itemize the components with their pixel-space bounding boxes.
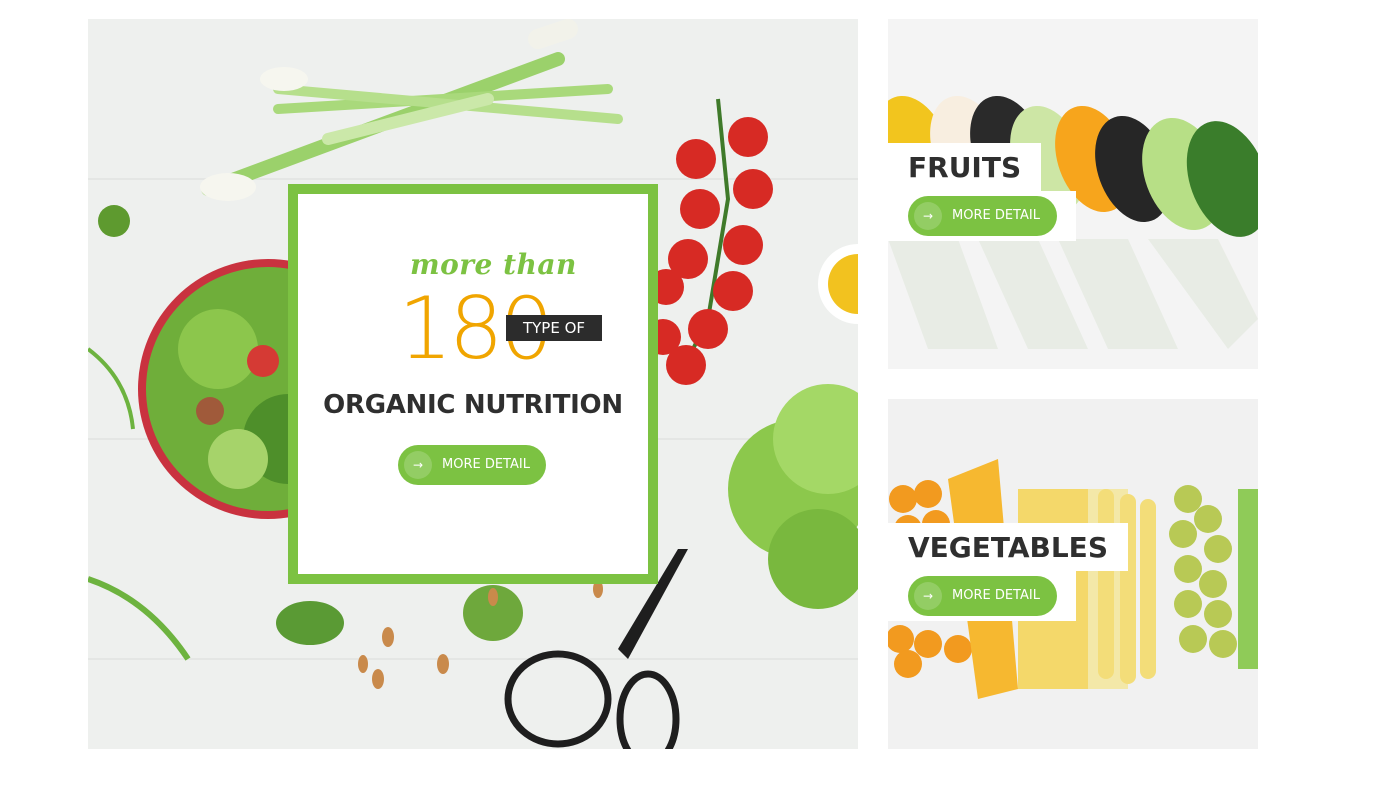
category-card-fruits[interactable]: FRUITS → MORE DETAIL	[888, 19, 1258, 369]
arrow-right-icon: →	[404, 451, 432, 479]
category-card-vegetables[interactable]: VEGETABLES → MORE DETAIL	[888, 399, 1258, 749]
hero-banner: more than 180 TYPE OF ORGANIC NUTRITION …	[88, 19, 858, 749]
arrow-right-icon: →	[914, 202, 942, 230]
fruits-button-box: → MORE DETAIL	[888, 191, 1076, 241]
more-detail-label: MORE DETAIL	[442, 457, 530, 472]
more-detail-label: MORE DETAIL	[952, 208, 1040, 223]
promo-tag: TYPE OF	[506, 315, 602, 341]
vegetables-title-box: VEGETABLES	[888, 523, 1128, 571]
category-title: VEGETABLES	[908, 531, 1108, 564]
promo-eyebrow: more than	[410, 248, 577, 281]
fruits-title-box: FRUITS	[888, 143, 1042, 191]
fruits-more-detail-button[interactable]: → MORE DETAIL	[908, 196, 1057, 236]
vegetables-more-detail-button[interactable]: → MORE DETAIL	[908, 576, 1057, 616]
promo-title: ORGANIC NUTRITION	[323, 390, 623, 420]
more-detail-label: MORE DETAIL	[952, 588, 1040, 603]
promo-card: more than 180 TYPE OF ORGANIC NUTRITION …	[288, 184, 658, 584]
more-detail-button[interactable]: → MORE DETAIL	[398, 445, 546, 485]
arrow-right-icon: →	[914, 582, 942, 610]
vegetables-button-box: → MORE DETAIL	[888, 571, 1076, 621]
category-title: FRUITS	[908, 151, 1022, 184]
